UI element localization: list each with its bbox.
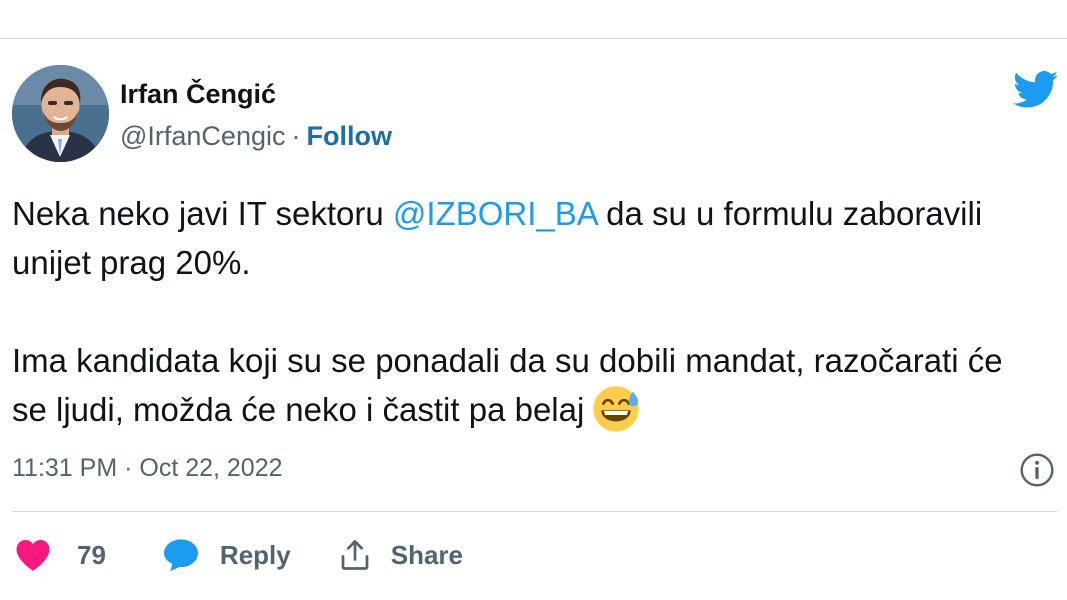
like-button[interactable]: 79 — [15, 538, 106, 572]
follow-button[interactable]: Follow — [306, 121, 391, 151]
like-count: 79 — [77, 539, 106, 570]
tweet-text: Neka neko javi IT sektoru @IZBORI_BA da … — [12, 189, 1032, 434]
share-label: Share — [390, 539, 463, 570]
grinning-face-with-sweat-icon — [593, 386, 639, 432]
avatar[interactable] — [12, 65, 109, 162]
tweet-card: Irfan Čengić @IrfanCengic · Follow Neka ne… — [0, 39, 1067, 600]
author-handle[interactable]: @IrfanCengic — [120, 121, 285, 151]
tweet-paragraph-2: Ima kandidata koji su se ponadali da su … — [12, 336, 1032, 434]
reply-button[interactable]: Reply — [162, 538, 291, 572]
tweet-paragraph-1: Neka neko javi IT sektoru @IZBORI_BA da … — [12, 189, 1032, 287]
tweet-timestamp[interactable]: 11:31 PM · Oct 22, 2022 — [12, 454, 283, 483]
reply-label: Reply — [219, 539, 291, 570]
tweet-actions: 79 Reply Share — [15, 535, 463, 575]
share-button[interactable]: Share — [337, 537, 463, 573]
separator-dot: · — [291, 121, 301, 151]
tweet-paragraph-2-text: Ima kandidata koji su se ponadali da su … — [12, 342, 1003, 428]
author-handle-row: @IrfanCengic · Follow — [120, 121, 392, 152]
heart-icon — [16, 540, 50, 571]
twitter-bird-icon[interactable] — [1013, 71, 1059, 109]
avatar-image — [12, 65, 109, 162]
share-icon — [341, 540, 369, 570]
reply-bubble-icon — [163, 539, 198, 572]
mention-link[interactable]: @IZBORI_BA — [393, 195, 597, 232]
author-name[interactable]: Irfan Čengić — [120, 79, 276, 110]
actions-divider — [12, 511, 1057, 512]
tweet-text-part1: Neka neko javi IT sektoru — [12, 195, 393, 232]
info-icon[interactable] — [1019, 452, 1055, 488]
